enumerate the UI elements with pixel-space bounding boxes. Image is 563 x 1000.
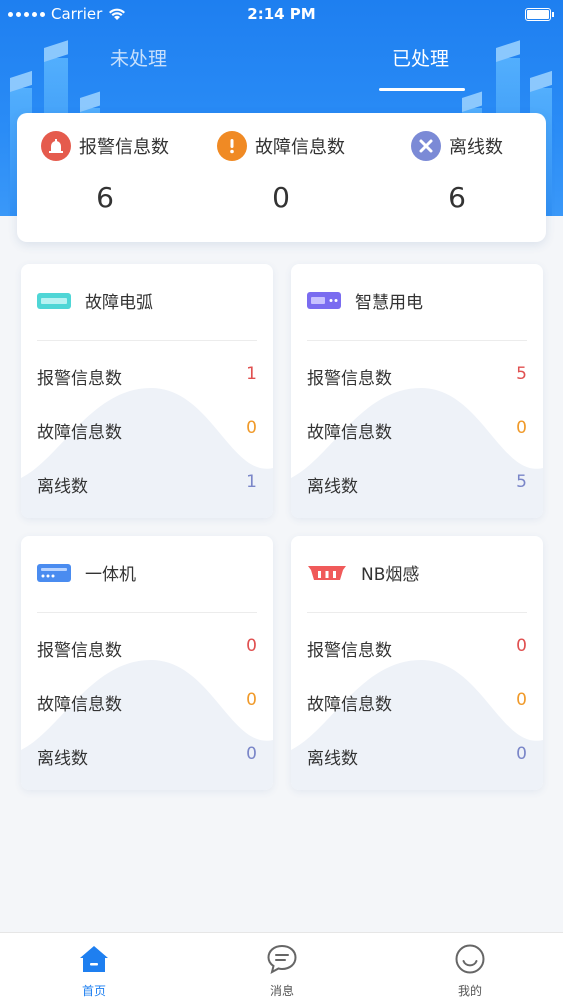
alarm-bell-icon [41, 131, 71, 161]
message-icon [267, 944, 297, 974]
fault-value: 0 [516, 690, 527, 710]
divider [307, 340, 527, 341]
fault-value: 0 [246, 418, 257, 438]
device-name: 一体机 [85, 565, 136, 585]
fault-value: 0 [516, 418, 527, 438]
offline-row: 离线数 5 [307, 472, 527, 497]
device-name: 智慧用电 [355, 293, 423, 313]
summary-offline-label: 离线数 [449, 137, 503, 158]
summary-card: 报警信息数 6 故障信息数 0 离线数 6 [17, 113, 546, 242]
offline-label: 离线数 [37, 749, 88, 769]
offline-label: 离线数 [307, 477, 358, 497]
smart-power-device-icon [307, 291, 341, 309]
summary-alarm-label: 报警信息数 [79, 137, 169, 158]
profile-smile-icon [455, 944, 485, 974]
tab-bar: 未处理 已处理 [0, 44, 563, 92]
offline-value: 0 [246, 744, 257, 764]
device-card-smart-power[interactable]: 智慧用电 报警信息数 5 故障信息数 0 离线数 5 [291, 264, 543, 518]
alarm-label: 报警信息数 [307, 641, 392, 661]
device-card-integrated-machine[interactable]: 一体机 报警信息数 0 故障信息数 0 离线数 0 [21, 536, 273, 790]
fault-row: 故障信息数 0 [37, 690, 257, 715]
alarm-value: 5 [516, 364, 527, 384]
nav-messages[interactable]: 消息 [188, 933, 376, 1000]
offline-row: 离线数 0 [37, 744, 257, 769]
close-x-icon [411, 131, 441, 161]
nb-smoke-detector-icon [308, 565, 346, 580]
fault-row: 故障信息数 0 [37, 418, 257, 443]
summary-alarm[interactable]: 报警信息数 6 [17, 113, 193, 242]
fault-label: 故障信息数 [307, 423, 392, 443]
summary-fault-label: 故障信息数 [255, 137, 345, 158]
alarm-value: 0 [516, 636, 527, 656]
offline-label: 离线数 [37, 477, 88, 497]
offline-value: 0 [516, 744, 527, 764]
fault-row: 故障信息数 0 [307, 418, 527, 443]
fault-label: 故障信息数 [307, 695, 392, 715]
alarm-label: 报警信息数 [37, 641, 122, 661]
alarm-row: 报警信息数 5 [307, 364, 527, 389]
bottom-tab-bar: 首页 消息 我的 [0, 932, 563, 1000]
offline-row: 离线数 0 [307, 744, 527, 769]
arc-fault-device-icon [37, 292, 71, 309]
alarm-row: 报警信息数 1 [37, 364, 257, 389]
device-name: 故障电弧 [85, 293, 153, 313]
fault-label: 故障信息数 [37, 695, 122, 715]
alarm-value: 1 [246, 364, 257, 384]
home-icon [80, 946, 108, 972]
offline-label: 离线数 [307, 749, 358, 769]
offline-value: 5 [516, 472, 527, 492]
fault-value: 0 [246, 690, 257, 710]
nav-home[interactable]: 首页 [0, 933, 188, 1000]
divider [37, 612, 257, 613]
device-card-nb-smoke[interactable]: NB烟感 报警信息数 0 故障信息数 0 离线数 0 [291, 536, 543, 790]
exclamation-icon [217, 131, 247, 161]
nav-profile[interactable]: 我的 [376, 933, 563, 1000]
alarm-row: 报警信息数 0 [307, 636, 527, 661]
nav-home-label: 首页 [81, 984, 106, 998]
status-time: 2:14 PM [247, 5, 316, 23]
status-bar: Carrier 2:14 PM [0, 0, 563, 30]
summary-fault-value: 0 [272, 181, 290, 214]
tab-unprocessed[interactable]: 未处理 [110, 44, 167, 71]
active-tab-indicator [379, 88, 465, 91]
battery-icon [525, 8, 554, 21]
device-card-arc-fault[interactable]: 故障电弧 报警信息数 1 故障信息数 0 离线数 1 [21, 264, 273, 518]
alarm-label: 报警信息数 [307, 369, 392, 389]
summary-offline[interactable]: 离线数 6 [369, 113, 545, 242]
integrated-machine-icon [37, 563, 71, 582]
fault-label: 故障信息数 [37, 423, 122, 443]
summary-fault[interactable]: 故障信息数 0 [193, 113, 369, 242]
nav-profile-label: 我的 [457, 984, 482, 998]
tab-processed[interactable]: 已处理 [392, 44, 449, 71]
divider [37, 340, 257, 341]
summary-alarm-value: 6 [96, 181, 114, 214]
divider [307, 612, 527, 613]
fault-row: 故障信息数 0 [307, 690, 527, 715]
offline-row: 离线数 1 [37, 472, 257, 497]
device-name: NB烟感 [361, 565, 420, 585]
offline-value: 1 [246, 472, 257, 492]
nav-messages-label: 消息 [269, 984, 294, 998]
alarm-label: 报警信息数 [37, 369, 122, 389]
summary-offline-value: 6 [448, 181, 466, 214]
alarm-value: 0 [246, 636, 257, 656]
alarm-row: 报警信息数 0 [37, 636, 257, 661]
